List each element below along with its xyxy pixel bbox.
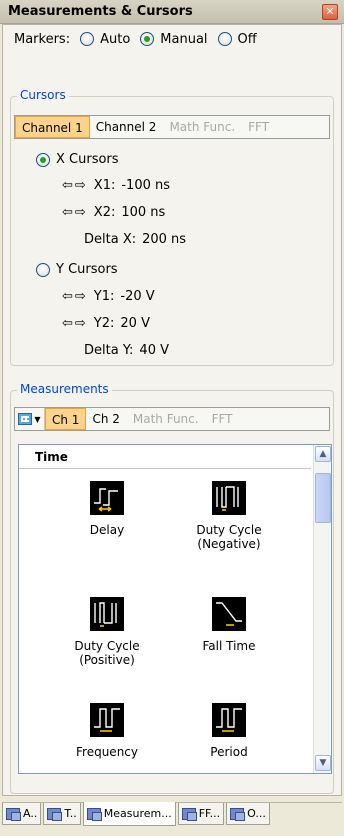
measurement-label: Duty Cycle (Positive)	[74, 639, 140, 667]
bottom-tab-label: A..	[23, 807, 38, 820]
duty-cycle-positive-icon	[90, 597, 124, 631]
tab-fft: FFT	[248, 120, 270, 134]
bottom-tab-strip: A.. T.. Measurem... FF... O...	[2, 802, 342, 826]
vertical-scrollbar[interactable]: ▲ ▼	[313, 445, 331, 773]
scroll-down-icon[interactable]: ▼	[315, 755, 331, 771]
delta-y-value: 40 V	[139, 343, 169, 358]
bottom-tab-label: FF...	[198, 807, 221, 820]
measurement-label: Period	[210, 745, 248, 759]
x1-value: -100 ns	[121, 178, 171, 193]
cursors-legend: Cursors	[17, 88, 69, 102]
measurement-duty-cycle-positive[interactable]: Duty Cycle (Positive)	[47, 597, 167, 667]
bottom-tab-a[interactable]: A..	[2, 803, 42, 825]
delta-x-row: Delta X: 200 ns	[84, 232, 186, 247]
marker-off-label: Off	[237, 31, 257, 47]
radio-button[interactable]	[36, 152, 50, 167]
measurements-list[interactable]: Time ▲ ▼ Delay Duty Cycle (Negative) Dut…	[18, 444, 332, 774]
radio-button[interactable]	[36, 262, 50, 277]
window-icon	[230, 807, 246, 821]
title-bar: Measurements & Cursors ✕	[0, 0, 344, 24]
markers-row: Markers: Auto Manual Off	[14, 30, 257, 48]
x2-row: ⇦⇨ X2: 100 ns	[62, 205, 165, 220]
scroll-up-icon[interactable]: ▲	[315, 446, 331, 462]
bottom-tab-measurements[interactable]: Measurem...	[82, 802, 176, 826]
y2-label: Y2:	[93, 316, 115, 331]
measurement-period[interactable]: Period	[169, 703, 289, 759]
window-title: Measurements & Cursors	[8, 4, 193, 19]
bottom-tab-o[interactable]: O...	[226, 803, 270, 825]
measurement-duty-cycle-negative[interactable]: Duty Cycle (Negative)	[169, 481, 289, 551]
delta-y-label: Delta Y:	[84, 343, 134, 358]
x2-value: 100 ns	[121, 205, 166, 220]
measurements-legend: Measurements	[17, 382, 112, 396]
measurement-label: Duty Cycle (Negative)	[196, 523, 262, 551]
marker-auto-option[interactable]: Auto	[80, 32, 130, 47]
bottom-tab-label: O...	[247, 807, 266, 820]
tab-channel-1[interactable]: Channel 1	[15, 116, 90, 138]
tab-math-func: Math Func.	[132, 412, 199, 426]
marker-auto-label: Auto	[100, 31, 131, 47]
x1-label: X1:	[93, 178, 116, 193]
measurement-label: Delay	[89, 523, 125, 537]
chevron-down-icon: ▼	[34, 414, 41, 424]
bottom-tab-label: Measurem...	[103, 807, 172, 820]
scroll-thumb[interactable]	[315, 473, 331, 523]
radio-button[interactable]	[140, 32, 155, 46]
bottom-tab-t[interactable]: T..	[43, 803, 81, 825]
grid-view-dropdown[interactable]: ▼	[15, 408, 45, 430]
x-cursors-label: X Cursors	[56, 152, 119, 167]
duty-cycle-negative-icon	[212, 481, 246, 515]
y1-row: ⇦⇨ Y1: -20 V	[62, 289, 155, 304]
y1-label: Y1:	[93, 289, 115, 304]
delta-x-label: Delta X:	[84, 232, 137, 247]
x1-row: ⇦⇨ X1: -100 ns	[62, 178, 170, 193]
window-icon	[181, 807, 197, 821]
measurement-delay[interactable]: Delay	[47, 481, 167, 537]
bottom-tab-ff[interactable]: FF...	[177, 803, 225, 825]
marker-off-option[interactable]: Off	[217, 31, 257, 47]
window-icon	[6, 807, 21, 821]
radio-button[interactable]	[217, 32, 232, 46]
window-icon	[47, 807, 63, 821]
move-arrows-icon[interactable]: ⇦⇨	[62, 316, 88, 331]
x-cursors-option[interactable]: X Cursors	[36, 152, 119, 167]
y2-row: ⇦⇨ Y2: 20 V	[62, 316, 150, 331]
y-cursors-label: Y Cursors	[56, 262, 118, 277]
x2-label: X2:	[93, 205, 116, 220]
marker-manual-option[interactable]: Manual	[140, 31, 208, 47]
measurement-frequency[interactable]: Frequency	[47, 703, 167, 759]
tab-math-func: Math Func.	[169, 120, 236, 134]
cursor-channel-tabs: Channel 1 Channel 2 Math Func. FFT	[14, 115, 330, 139]
fall-time-icon	[212, 597, 246, 631]
list-header-time: Time	[19, 445, 311, 469]
y2-value: 20 V	[120, 316, 150, 331]
bottom-tab-label: T..	[64, 807, 77, 820]
measurement-fall-time[interactable]: Fall Time	[169, 597, 289, 653]
tab-ch-1[interactable]: Ch 1	[45, 408, 87, 430]
markers-label: Markers:	[14, 31, 71, 47]
tab-channel-2[interactable]: Channel 2	[90, 116, 164, 138]
radio-button[interactable]	[80, 32, 95, 46]
delta-x-value: 200 ns	[142, 232, 187, 247]
delay-icon	[90, 481, 124, 515]
marker-manual-label: Manual	[160, 31, 208, 47]
close-icon[interactable]: ✕	[322, 4, 338, 20]
window-icon	[86, 807, 102, 821]
move-arrows-icon[interactable]: ⇦⇨	[62, 178, 88, 193]
move-arrows-icon[interactable]: ⇦⇨	[62, 289, 88, 304]
tab-ch-2[interactable]: Ch 2	[86, 408, 126, 430]
move-arrows-icon[interactable]: ⇦⇨	[62, 205, 88, 220]
period-icon	[212, 703, 246, 737]
measurement-label: Frequency	[76, 745, 138, 759]
measurement-channel-tabs: ▼ Ch 1 Ch 2 Math Func. FFT	[14, 407, 330, 431]
grid-icon	[18, 413, 33, 425]
tab-fft: FFT	[211, 412, 233, 426]
y-cursors-option[interactable]: Y Cursors	[36, 262, 118, 277]
frequency-icon	[90, 703, 124, 737]
y1-value: -20 V	[120, 289, 155, 304]
delta-y-row: Delta Y: 40 V	[84, 343, 169, 358]
measurement-label: Fall Time	[202, 639, 256, 653]
